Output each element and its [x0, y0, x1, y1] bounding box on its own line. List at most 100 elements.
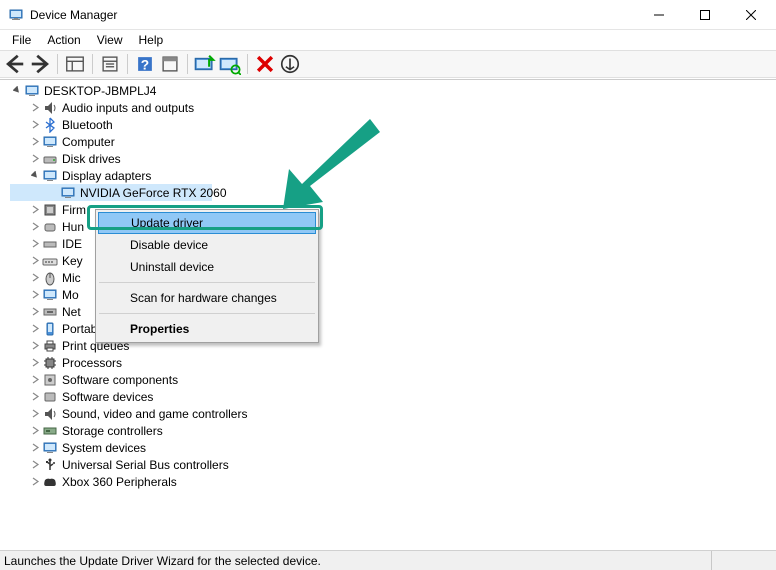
- window-title: Device Manager: [30, 8, 636, 22]
- tree-item-display-adapters[interactable]: Display adapters: [10, 167, 776, 184]
- tree-item-computer[interactable]: Computer: [10, 133, 776, 150]
- tree-item-nvidia-rtx[interactable]: NVIDIA GeForce RTX 2060: [10, 184, 212, 201]
- expand-icon[interactable]: [28, 424, 42, 438]
- tree-item-storage-controllers[interactable]: Storage controllers: [10, 422, 776, 439]
- context-menu-scan-hardware[interactable]: Scan for hardware changes: [98, 287, 316, 309]
- tree-item-software-devices[interactable]: Software devices: [10, 388, 776, 405]
- tree-item-system-devices[interactable]: System devices: [10, 439, 776, 456]
- tree-item-processors[interactable]: Processors: [10, 354, 776, 371]
- root-node[interactable]: DESKTOP-JBMPLJ4: [10, 82, 776, 99]
- collapse-icon[interactable]: [10, 84, 24, 98]
- tree-item-audio[interactable]: Audio inputs and outputs: [10, 99, 776, 116]
- toolbar-separator: [247, 54, 248, 74]
- toolbar-separator: [92, 54, 93, 74]
- status-text: Launches the Update Driver Wizard for th…: [4, 554, 321, 568]
- toolbar-separator: [127, 54, 128, 74]
- bluetooth-icon: [42, 117, 58, 133]
- expand-icon[interactable]: [28, 373, 42, 387]
- back-button[interactable]: [3, 53, 27, 75]
- expand-icon[interactable]: [28, 305, 42, 319]
- expand-icon[interactable]: [28, 118, 42, 132]
- toolbar-separator: [57, 54, 58, 74]
- display-adapter-icon: [60, 185, 76, 201]
- monitor-icon: [42, 287, 58, 303]
- disable-button[interactable]: [278, 53, 302, 75]
- context-menu-uninstall-device[interactable]: Uninstall device: [98, 256, 316, 278]
- properties-button[interactable]: [98, 53, 122, 75]
- expand-icon[interactable]: [28, 475, 42, 489]
- printer-icon: [42, 338, 58, 354]
- tree-item-usb[interactable]: Universal Serial Bus controllers: [10, 456, 776, 473]
- context-menu-properties[interactable]: Properties: [98, 318, 316, 340]
- menu-help[interactable]: Help: [131, 31, 172, 49]
- context-menu-update-driver[interactable]: Update driver: [98, 212, 316, 234]
- app-icon: [8, 7, 24, 23]
- action-button[interactable]: [158, 53, 182, 75]
- expand-icon[interactable]: [28, 441, 42, 455]
- ide-icon: [42, 236, 58, 252]
- menu-bar: File Action View Help: [0, 30, 776, 50]
- menu-action[interactable]: Action: [39, 31, 88, 49]
- collapse-icon[interactable]: [28, 169, 42, 183]
- software-device-icon: [42, 389, 58, 405]
- expand-icon[interactable]: [28, 203, 42, 217]
- expand-icon[interactable]: [28, 458, 42, 472]
- firmware-icon: [42, 202, 58, 218]
- expand-icon[interactable]: [28, 101, 42, 115]
- minimize-button[interactable]: [636, 0, 682, 30]
- menu-view[interactable]: View: [89, 31, 131, 49]
- tree-item-bluetooth[interactable]: Bluetooth: [10, 116, 776, 133]
- spacer: [46, 186, 60, 200]
- tree-item-xbox[interactable]: Xbox 360 Peripherals: [10, 473, 776, 490]
- window-controls: [636, 0, 774, 30]
- keyboard-icon: [42, 253, 58, 269]
- context-menu-separator: [99, 282, 315, 283]
- sound-icon: [42, 406, 58, 422]
- expand-icon[interactable]: [28, 271, 42, 285]
- portable-device-icon: [42, 321, 58, 337]
- forward-button[interactable]: [28, 53, 52, 75]
- tree-item-sound-video[interactable]: Sound, video and game controllers: [10, 405, 776, 422]
- status-bar: Launches the Update Driver Wizard for th…: [0, 550, 776, 570]
- close-button[interactable]: [728, 0, 774, 30]
- computer-icon: [42, 134, 58, 150]
- status-separator: [711, 551, 712, 570]
- expand-icon[interactable]: [28, 356, 42, 370]
- processor-icon: [42, 355, 58, 371]
- expand-icon[interactable]: [28, 220, 42, 234]
- maximize-button[interactable]: [682, 0, 728, 30]
- toolbar-separator: [187, 54, 188, 74]
- expand-icon[interactable]: [28, 390, 42, 404]
- update-driver-button[interactable]: [193, 53, 217, 75]
- storage-controller-icon: [42, 423, 58, 439]
- expand-icon[interactable]: [28, 152, 42, 166]
- svg-text:?: ?: [141, 58, 149, 73]
- display-adapter-icon: [42, 168, 58, 184]
- scan-hardware-button[interactable]: [218, 53, 242, 75]
- context-menu-separator: [99, 313, 315, 314]
- tree-item-software-components[interactable]: Software components: [10, 371, 776, 388]
- uninstall-button[interactable]: [253, 53, 277, 75]
- usb-icon: [42, 457, 58, 473]
- toolbar: ?: [0, 50, 776, 78]
- expand-icon[interactable]: [28, 254, 42, 268]
- help-button[interactable]: ?: [133, 53, 157, 75]
- expand-icon[interactable]: [28, 288, 42, 302]
- context-menu: Update driver Disable device Uninstall d…: [95, 209, 319, 343]
- root-label: DESKTOP-JBMPLJ4: [44, 84, 156, 98]
- context-menu-disable-device[interactable]: Disable device: [98, 234, 316, 256]
- expand-icon[interactable]: [28, 322, 42, 336]
- gamepad-icon: [42, 474, 58, 490]
- show-hide-console-button[interactable]: [63, 53, 87, 75]
- menu-file[interactable]: File: [4, 31, 39, 49]
- disk-icon: [42, 151, 58, 167]
- expand-icon[interactable]: [28, 237, 42, 251]
- hid-icon: [42, 219, 58, 235]
- tree-item-disk[interactable]: Disk drives: [10, 150, 776, 167]
- expand-icon[interactable]: [28, 407, 42, 421]
- title-bar: Device Manager: [0, 0, 776, 30]
- expand-icon[interactable]: [28, 339, 42, 353]
- expand-icon[interactable]: [28, 135, 42, 149]
- computer-icon: [24, 83, 40, 99]
- network-icon: [42, 304, 58, 320]
